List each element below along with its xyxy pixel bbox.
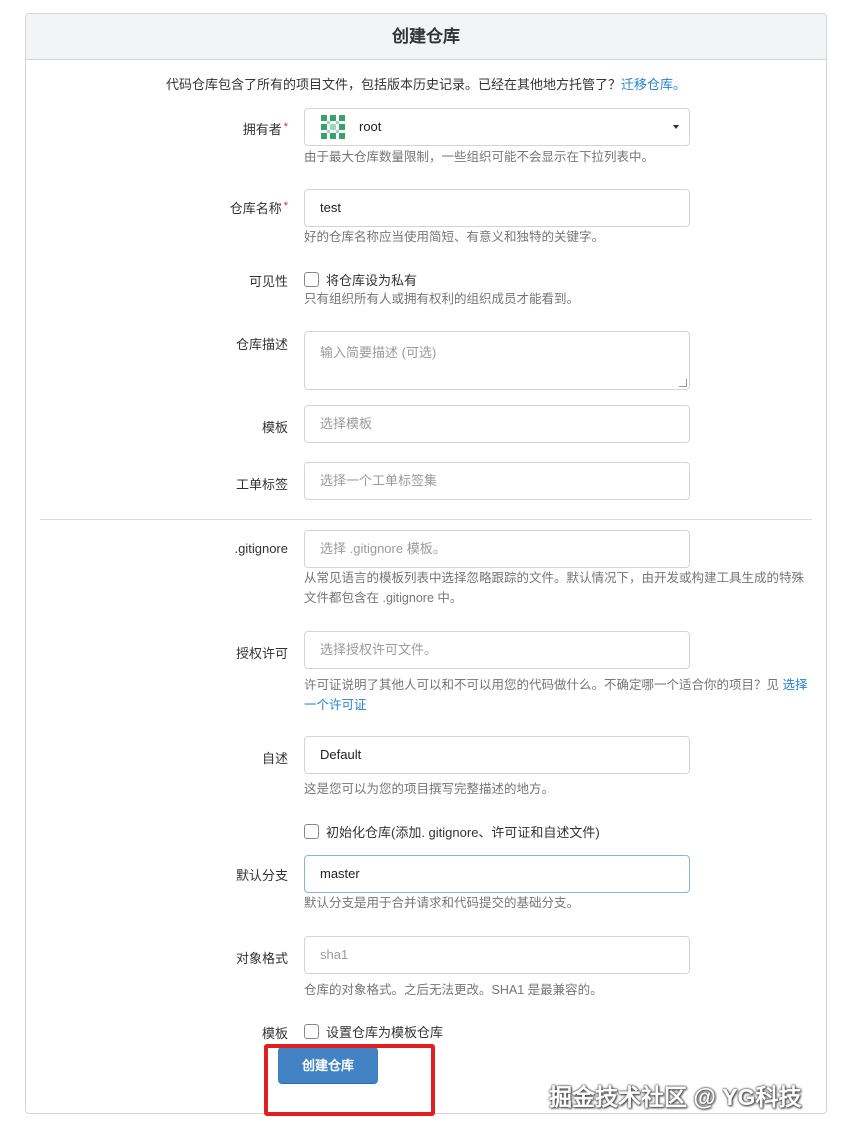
license-help: 许可证说明了其他人可以和不可以用您的代码做什么。不确定哪一个适合你的项目？见 选… <box>304 678 808 712</box>
repo-name-input[interactable]: test <box>304 189 690 227</box>
watermark: 掘金技术社区 @ YG科技 <box>549 1084 802 1110</box>
template-repo-label: 模板 <box>261 1026 288 1041</box>
visibility-help: 只有组织所有人或拥有权利的组织成员才能看到。 <box>304 292 580 306</box>
license-label: 授权许可 <box>235 646 288 661</box>
template-label: 模板 <box>261 420 288 435</box>
owner-dropdown[interactable]: root <box>304 108 690 146</box>
template-dropdown[interactable]: 选择模板 <box>304 405 690 443</box>
template-repo-checkbox[interactable] <box>304 1024 319 1039</box>
required-mark: * <box>283 121 288 133</box>
owner-value: root <box>359 119 382 134</box>
gitignore-dropdown[interactable]: 选择 .gitignore 模板。 <box>304 530 690 568</box>
visibility-label: 可见性 <box>248 274 288 289</box>
private-checkbox[interactable] <box>304 272 319 287</box>
required-mark: * <box>283 200 288 212</box>
owner-help: 由于最大仓库数量限制，一些组织可能不会显示在下拉列表中。 <box>304 150 655 164</box>
init-checkbox[interactable] <box>304 824 319 839</box>
init-checkbox-label: 初始化仓库(添加. gitignore、许可证和自述文件) <box>326 825 600 840</box>
page-title: 创建仓库 <box>26 14 826 60</box>
gitignore-label: .gitignore <box>234 541 288 556</box>
intro-text: 代码仓库包含了所有的项目文件，包括版本历史记录。已经在其他地方托管了？迁移仓库。 <box>165 77 687 92</box>
default-branch-input[interactable]: master <box>304 855 690 893</box>
template-repo-checkbox-row[interactable]: 设置仓库为模板仓库 <box>304 1022 443 1041</box>
avatar <box>319 113 347 141</box>
divider <box>40 519 812 520</box>
description-label: 仓库描述 <box>235 337 288 352</box>
create-repo-card: 创建仓库 代码仓库包含了所有的项目文件，包括版本历史记录。已经在其他地方托管了？… <box>25 13 827 1114</box>
repo-name-help: 好的仓库名称应当使用简短、有意义和独特的关键字。 <box>304 230 605 244</box>
issue-labels-label: 工单标签 <box>235 477 288 492</box>
license-dropdown[interactable]: 选择授权许可文件。 <box>304 631 690 669</box>
caret-down-icon <box>673 125 679 129</box>
description-textarea[interactable]: 输入简要描述 (可选) <box>304 331 690 390</box>
init-checkbox-row[interactable]: 初始化仓库(添加. gitignore、许可证和自述文件) <box>304 822 600 841</box>
owner-label: 拥有者 * <box>242 121 288 137</box>
private-checkbox-row[interactable]: 将仓库设为私有 <box>304 270 417 289</box>
readme-help: 这是您可以为您的项目撰写完整描述的地方。 <box>304 782 555 796</box>
readme-dropdown[interactable]: Default <box>304 736 690 774</box>
object-format-help: 仓库的对象格式。之后无法更改。SHA1 是最兼容的。 <box>304 983 603 997</box>
issue-labels-dropdown[interactable]: 选择一个工单标签集 <box>304 462 690 500</box>
private-checkbox-label: 将仓库设为私有 <box>326 273 418 288</box>
highlight-box <box>264 1044 435 1116</box>
repo-name-label: 仓库名称 * <box>229 200 288 216</box>
default-branch-help: 默认分支是用于合并请求和代码提交的基础分支。 <box>304 896 580 910</box>
migrate-link[interactable]: 迁移仓库。 <box>621 77 686 92</box>
resize-handle-icon[interactable] <box>679 379 687 387</box>
default-branch-label: 默认分支 <box>235 868 288 883</box>
object-format-label: 对象格式 <box>235 951 288 966</box>
template-repo-checkbox-label: 设置仓库为模板仓库 <box>326 1025 444 1040</box>
readme-label: 自述 <box>261 751 288 766</box>
gitignore-help: 从常见语言的模板列表中选择忽略跟踪的文件。默认情况下，由开发或构建工具生成的特殊… <box>304 571 805 605</box>
object-format-dropdown[interactable]: sha1 <box>304 936 690 974</box>
